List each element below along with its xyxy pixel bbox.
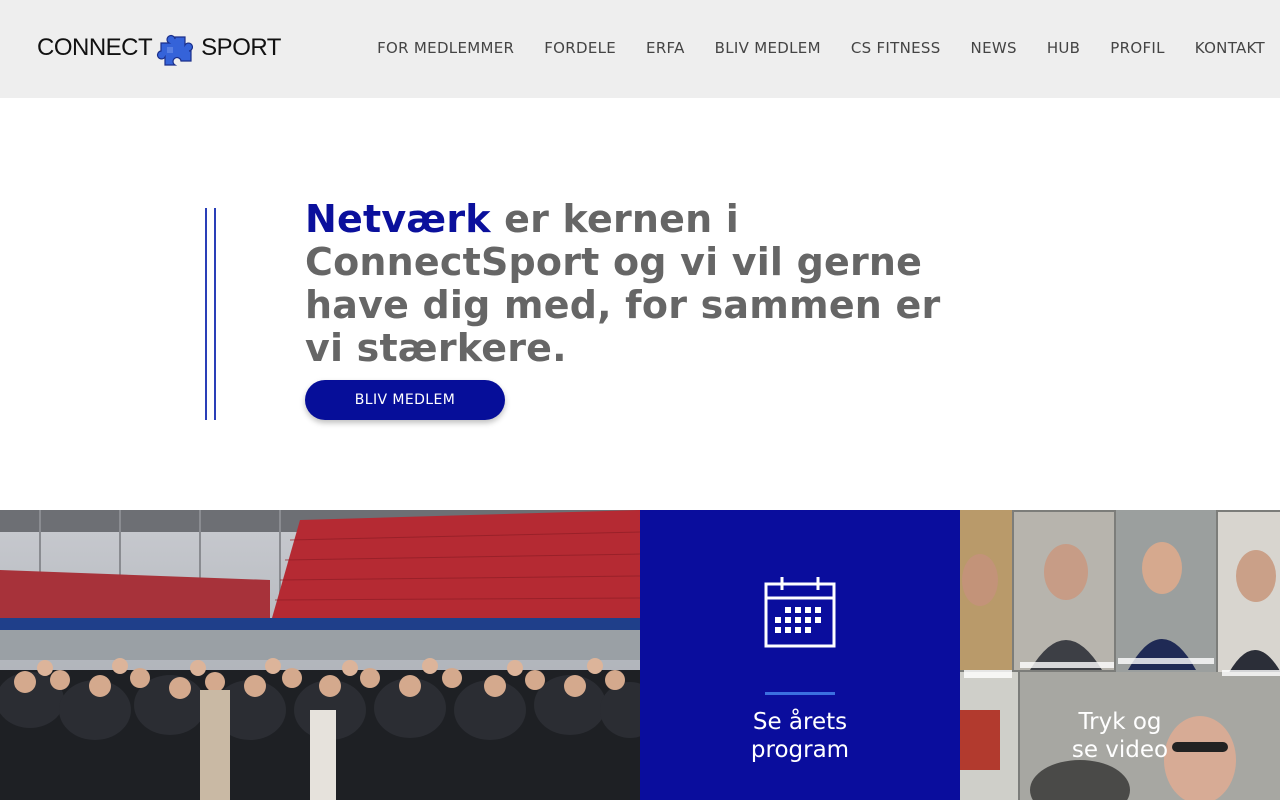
hero-accent-bar [214,208,216,420]
puzzle-logo-icon [157,35,194,66]
logo-text-sport: SPORT [201,34,281,61]
nav-item-news[interactable]: NEWS [971,38,1017,58]
program-tile[interactable]: Se årets program [640,510,960,800]
main-nav: FOR MEDLEMMER FORDELE ERFA BLIV MEDLEM C… [377,38,1265,58]
nav-item-profil[interactable]: PROFIL [1110,38,1164,58]
site-header: CONNECT SPORT FOR MEDLEMMER FORDELE ERFA… [0,0,1280,98]
logo-text-connect: CONNECT [37,34,153,61]
program-label: Se årets program [750,709,850,763]
video-tile[interactable]: Tryk og se video [960,510,1280,800]
video-label: Tryk og se video [1071,709,1169,763]
nav-item-erfa[interactable]: ERFA [646,38,685,58]
connectsport-logo[interactable]: CONNECT SPORT [37,28,281,68]
nav-item-cs-fitness[interactable]: CS FITNESS [851,38,941,58]
hero-accent-bar [205,208,207,420]
nav-item-fordele[interactable]: FORDELE [544,38,616,58]
nav-item-for-medlemmer[interactable]: FOR MEDLEMMER [377,38,514,58]
nav-item-bliv-medlem[interactable]: BLIV MEDLEM [715,38,821,58]
bliv-medlem-button[interactable]: BLIV MEDLEM [305,380,505,420]
calendar-icon [764,577,836,648]
headline-accent: Netværk [305,197,491,241]
nav-item-hub[interactable]: HUB [1047,38,1080,58]
hero-headline: Netværk er kernen i ConnectSport og vi v… [305,198,965,370]
nav-item-kontakt[interactable]: KONTAKT [1195,38,1265,58]
stadium-group-photo [0,510,640,800]
program-divider [765,692,835,695]
